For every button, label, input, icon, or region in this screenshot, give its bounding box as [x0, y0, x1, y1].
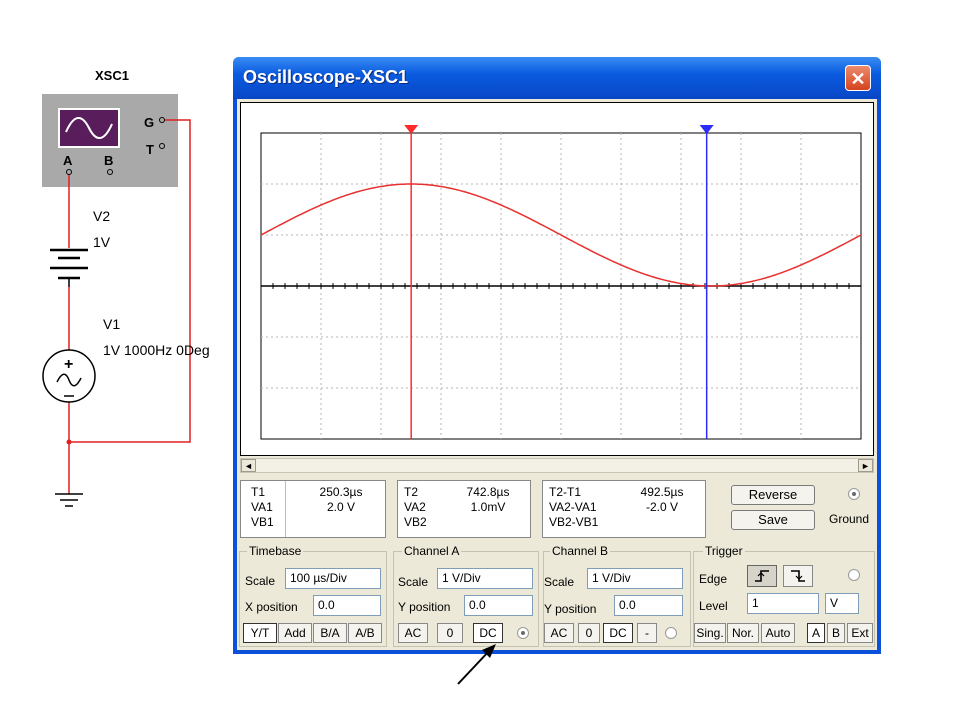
svg-text:+: +: [64, 356, 73, 373]
channel-a-title: Channel A: [402, 544, 462, 558]
channel-b-scale-label: Scale: [544, 575, 575, 589]
scope-graph: [260, 125, 862, 440]
va2-va1-label: VA2-VA1: [549, 500, 597, 514]
scroll-right-button[interactable]: ►: [858, 459, 873, 472]
vb1-label: VB1: [251, 515, 274, 529]
trigger-single-button[interactable]: Sing.: [694, 623, 726, 643]
annotation-arrow-icon: [457, 644, 496, 685]
va1-value: 2.0 V: [326, 500, 356, 514]
yt-mode-button[interactable]: Y/T: [243, 623, 277, 643]
rising-edge-button[interactable]: [747, 565, 777, 587]
reverse-button[interactable]: Reverse: [731, 485, 815, 505]
oscilloscope-window: Oscilloscope-XSC1 ✕ ◄ ► T1 VA1 VB1 250.3…: [233, 57, 881, 654]
x-position-label: X position: [245, 600, 298, 614]
v2-name-label: V2: [93, 208, 111, 224]
add-mode-button[interactable]: Add: [278, 623, 312, 643]
cursor-t2-readout: T2 VA2 VB2 742.8µs 1.0mV: [397, 480, 531, 538]
channel-a-ypos-field[interactable]: 0.0: [464, 595, 533, 616]
falling-edge-button[interactable]: [783, 565, 813, 587]
window-client-area: ◄ ► T1 VA1 VB1 250.3µs 2.0 V T2 VA2 VB2 …: [237, 99, 877, 650]
trigger-source-ext-button[interactable]: Ext: [847, 623, 873, 643]
trigger-level-label: Level: [699, 599, 728, 613]
arrow-left-icon: ◄: [244, 461, 253, 471]
channel-a-ac-button[interactable]: AC: [398, 623, 428, 643]
scroll-left-button[interactable]: ◄: [241, 459, 256, 472]
a-b-mode-button[interactable]: A/B: [348, 623, 382, 643]
x-position-field[interactable]: 0.0: [313, 595, 381, 616]
window-title: Oscilloscope-XSC1: [243, 67, 409, 87]
channel-b-minus-button[interactable]: -: [637, 623, 657, 643]
title-bar[interactable]: Oscilloscope-XSC1 ✕: [233, 57, 881, 99]
trigger-normal-button[interactable]: Nor.: [727, 623, 759, 643]
va1-label: VA1: [251, 500, 273, 514]
channel-b-ac-button[interactable]: AC: [544, 623, 574, 643]
channel-b-scale-field[interactable]: 1 V/Div: [587, 568, 683, 589]
timebase-title: Timebase: [247, 544, 304, 558]
trigger-level-unit[interactable]: V: [825, 593, 859, 614]
falling-edge-icon: [791, 570, 805, 582]
t2-t1-value: 492.5µs: [640, 485, 684, 499]
channel-b-title: Channel B: [550, 544, 611, 558]
trigger-level-field[interactable]: 1: [747, 593, 819, 614]
va2-va1-value: -2.0 V: [645, 500, 678, 514]
t1-value: 250.3µs: [319, 485, 363, 499]
rising-edge-icon: [755, 570, 769, 582]
arrow-right-icon: ►: [861, 461, 870, 471]
v1-name-label: V1: [103, 316, 121, 332]
t1-label: T1: [251, 485, 266, 499]
save-button[interactable]: Save: [731, 510, 815, 530]
channel-b-ypos-field[interactable]: 0.0: [614, 595, 683, 616]
va2-value: 1.0mV: [470, 500, 506, 514]
channel-b-zero-button[interactable]: 0: [578, 623, 600, 643]
close-button[interactable]: ✕: [845, 65, 871, 91]
timebase-scale-field[interactable]: 100 µs/Div: [285, 568, 381, 589]
channel-b-ypos-label: Y position: [544, 602, 597, 616]
schematic-wiring: +: [42, 117, 191, 507]
vb2-label: VB2: [404, 515, 427, 529]
channel-a-radio[interactable]: [517, 627, 529, 639]
cursor-t1-readout: T1 VA1 VB1 250.3µs 2.0 V: [240, 480, 386, 538]
ground-radio[interactable]: [848, 488, 860, 500]
cursor-diff-readout: T2-T1 VA2-VA1 VB2-VB1 492.5µs -2.0 V: [542, 480, 706, 538]
v2-value-label: 1V: [93, 234, 111, 250]
trigger-title: Trigger: [703, 544, 745, 558]
v1-value-label: 1V 1000Hz 0Deg: [103, 342, 210, 358]
channel-b-radio[interactable]: [665, 627, 677, 639]
t2-label: T2: [404, 485, 419, 499]
channel-a-scale-field[interactable]: 1 V/Div: [437, 568, 533, 589]
t2-value: 742.8µs: [466, 485, 510, 499]
trigger-radio[interactable]: [848, 569, 860, 581]
trigger-source-a-button[interactable]: A: [807, 623, 825, 643]
timebase-scale-label: Scale: [245, 574, 276, 588]
channel-b-dc-button[interactable]: DC: [603, 623, 633, 643]
trigger-auto-button[interactable]: Auto: [761, 623, 795, 643]
scope-display[interactable]: [240, 102, 874, 456]
b-a-mode-button[interactable]: B/A: [313, 623, 347, 643]
trigger-edge-label: Edge: [699, 572, 728, 586]
channel-a-scale-label: Scale: [398, 575, 429, 589]
channel-a-ypos-label: Y position: [398, 600, 451, 614]
va2-label: VA2: [404, 500, 426, 514]
t2-t1-label: T2-T1: [549, 485, 582, 499]
vb2-vb1-label: VB2-VB1: [549, 515, 599, 529]
close-icon: ✕: [850, 69, 866, 89]
horizontal-scrollbar[interactable]: ◄ ►: [240, 458, 874, 473]
ground-label: Ground: [829, 512, 870, 526]
trigger-source-b-button[interactable]: B: [827, 623, 845, 643]
